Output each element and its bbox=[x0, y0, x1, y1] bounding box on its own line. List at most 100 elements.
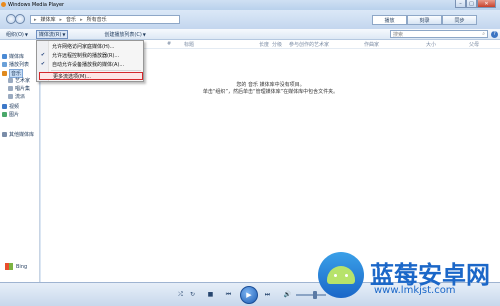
library-icon bbox=[2, 54, 7, 59]
search-icon[interactable]: ⌕ bbox=[482, 31, 485, 37]
music-icon bbox=[2, 71, 7, 76]
nav-item-library[interactable]: 媒体库 bbox=[2, 53, 24, 60]
nav-item-label: 唱片集 bbox=[15, 86, 31, 92]
nav-item-albums[interactable]: 唱片集 bbox=[8, 85, 30, 92]
empty-library-hint: 单击“组织”，然后单击“管理媒体库”在媒体库中包含文件夹。 bbox=[202, 89, 339, 95]
organize-label: 组织(O) bbox=[6, 31, 24, 38]
nav-item-label: 播放列表 bbox=[9, 62, 30, 68]
menu-item-auto-allow-devices[interactable]: ✔ 自动允许设备播放我的媒体(A)... bbox=[37, 60, 143, 68]
menu-item-label: 更多流选项(M)... bbox=[53, 73, 91, 80]
android-robot-logo bbox=[318, 252, 364, 298]
create-playlist-label: 创建播放列表(C) bbox=[104, 31, 142, 38]
next-icon[interactable]: ⏭ bbox=[263, 290, 272, 299]
breadcrumb-separator: ▸ bbox=[59, 16, 63, 23]
nav-item-label: 视频 bbox=[9, 104, 20, 110]
breadcrumb-library[interactable]: 媒体库 bbox=[41, 16, 56, 23]
maximize-button[interactable]: □ bbox=[466, 0, 477, 8]
nav-item-label: 图片 bbox=[9, 112, 20, 118]
forward-button[interactable] bbox=[15, 14, 25, 24]
chevron-down-icon: ▼ bbox=[62, 31, 66, 37]
menu-item-label: 允许网络访问家庭媒体(H)... bbox=[52, 43, 115, 50]
windows-flag-icon bbox=[5, 263, 13, 270]
breadcrumb-all-music[interactable]: 所有音乐 bbox=[87, 16, 107, 23]
artist-icon bbox=[8, 78, 13, 83]
chevron-down-icon: ▼ bbox=[24, 31, 28, 37]
menu-item-allow-internet-access[interactable]: 允许网络访问家庭媒体(H)... bbox=[37, 42, 143, 50]
playlist-icon bbox=[2, 62, 7, 67]
nav-item-label: 媒体库 bbox=[9, 54, 25, 60]
site-watermark: 蓝莓安卓网 www.lmkjst.com bbox=[318, 252, 498, 302]
bing-label: Bing bbox=[16, 263, 28, 270]
nav-item-label: 艺术家 bbox=[15, 78, 31, 84]
robot-eye bbox=[334, 274, 337, 277]
nav-item-pictures[interactable]: 图片 bbox=[2, 111, 19, 118]
breadcrumb-separator: ▸ bbox=[80, 16, 83, 23]
stream-dropdown-menu: 允许网络访问家庭媒体(H)... ✔ 允许远程控制我的播放器(R)... ✔ 自… bbox=[36, 40, 144, 82]
minimize-button[interactable]: – bbox=[455, 0, 466, 8]
column-header-composer[interactable]: 作曲家 bbox=[364, 41, 379, 48]
column-header-length[interactable]: 长度 bbox=[259, 41, 269, 48]
nav-item-label: 其他媒体库 bbox=[9, 132, 35, 138]
watermark-url: www.lmkjst.com bbox=[374, 285, 456, 296]
chevron-down-icon: ▼ bbox=[142, 31, 146, 37]
video-icon bbox=[2, 104, 7, 109]
toolbar: 组织(O) ▼ 媒体流(R) ▼ 创建播放列表(C) ▼ 搜索 ⌕ ? bbox=[0, 29, 500, 40]
shuffle-icon[interactable]: ⤮ bbox=[176, 290, 185, 299]
search-placeholder: 搜索 bbox=[393, 31, 404, 38]
menu-item-more-streaming-options[interactable]: 更多流选项(M)... bbox=[39, 72, 143, 80]
check-icon: ✔ bbox=[40, 52, 46, 58]
nav-item-other-libraries[interactable]: 其他媒体库 bbox=[2, 131, 34, 138]
tab-burn[interactable]: 刻录 bbox=[407, 15, 442, 25]
breadcrumb-separator: ▸ bbox=[34, 16, 37, 23]
breadcrumb-music[interactable]: 音乐 bbox=[66, 16, 76, 23]
nav-item-genres[interactable]: 流派 bbox=[8, 93, 25, 100]
address-row: ▸ 媒体库 ▸ 音乐 ▸ 所有音乐 播放 刻录 同步 bbox=[0, 10, 500, 29]
other-library-icon bbox=[2, 132, 7, 137]
nav-item-label: 流派 bbox=[15, 94, 26, 100]
navigation-pane: 媒体库 播放列表 音乐 艺术家 唱片集 流派 视频 图片 其他媒体库 bbox=[0, 40, 40, 282]
column-header-size[interactable]: 大小 bbox=[426, 41, 436, 48]
robot-eye bbox=[345, 274, 348, 277]
nav-item-artists[interactable]: 艺术家 bbox=[8, 77, 30, 84]
empty-library-message: 您的 音乐 媒体库中没有项目。 bbox=[236, 82, 305, 88]
title-bar: Windows Media Player – □ ✕ bbox=[0, 0, 500, 10]
create-playlist-button[interactable]: 创建播放列表(C) ▼ bbox=[102, 30, 147, 39]
top-tabs: 播放 刻录 同步 bbox=[372, 15, 477, 25]
menu-separator bbox=[51, 70, 141, 71]
menu-item-label: 自动允许设备播放我的媒体(A)... bbox=[52, 61, 125, 68]
stream-label: 媒体流(R) bbox=[38, 31, 62, 38]
toolbar-right: 搜索 ⌕ ? bbox=[390, 30, 498, 38]
help-icon[interactable]: ? bbox=[491, 30, 498, 38]
repeat-icon[interactable]: ↻ bbox=[188, 290, 197, 299]
breadcrumb[interactable]: ▸ 媒体库 ▸ 音乐 ▸ 所有音乐 bbox=[30, 15, 180, 24]
column-header-number[interactable]: # bbox=[167, 41, 171, 47]
genre-icon bbox=[8, 94, 13, 99]
window-controls: – □ ✕ bbox=[455, 0, 496, 9]
previous-icon[interactable]: ⏮ bbox=[224, 290, 233, 299]
check-icon: ✔ bbox=[40, 61, 46, 67]
stream-menu-button[interactable]: 媒体流(R) ▼ bbox=[35, 29, 69, 39]
play-button[interactable]: ▶ bbox=[240, 286, 258, 304]
nav-item-videos[interactable]: 视频 bbox=[2, 103, 19, 110]
search-input[interactable]: 搜索 ⌕ bbox=[390, 30, 488, 38]
column-header-title[interactable]: 标题 bbox=[184, 41, 194, 48]
picture-icon bbox=[2, 112, 7, 117]
column-header-contributing-artist[interactable]: 参与创作的艺术家 bbox=[289, 41, 329, 48]
organize-menu-button[interactable]: 组织(O) ▼ bbox=[4, 30, 30, 39]
menu-item-label: 允许远程控制我的播放器(R)... bbox=[52, 52, 120, 59]
nav-item-playlists[interactable]: 播放列表 bbox=[2, 61, 29, 68]
volume-icon[interactable]: 🔊 bbox=[283, 290, 292, 299]
tab-sync[interactable]: 同步 bbox=[442, 15, 477, 25]
stop-icon[interactable]: ■ bbox=[206, 290, 215, 299]
robot-head bbox=[327, 266, 355, 284]
bing-search-button[interactable]: Bing bbox=[5, 263, 27, 270]
wmp-logo-icon bbox=[1, 2, 6, 7]
column-header-parental[interactable]: 父母 bbox=[469, 41, 479, 48]
tab-play[interactable]: 播放 bbox=[372, 15, 407, 25]
column-header-rating[interactable]: 分级 bbox=[272, 41, 282, 48]
album-icon bbox=[8, 86, 13, 91]
window-title: Windows Media Player bbox=[8, 2, 65, 8]
menu-item-allow-remote-control[interactable]: ✔ 允许远程控制我的播放器(R)... bbox=[37, 51, 143, 59]
volume-slider-handle[interactable] bbox=[313, 291, 317, 299]
close-button[interactable]: ✕ bbox=[477, 0, 496, 8]
